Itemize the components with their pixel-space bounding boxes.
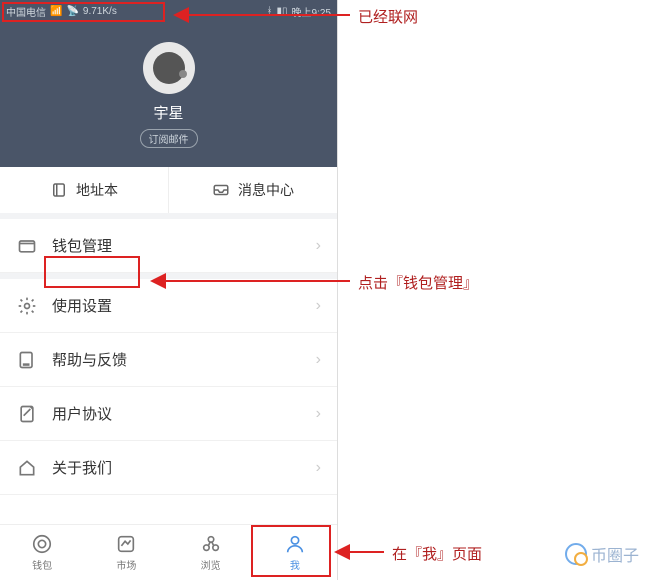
wallet-icon (16, 236, 38, 256)
browse-tab-icon (200, 533, 222, 555)
about-row[interactable]: 关于我们 › (0, 441, 337, 495)
tab-me[interactable]: 我 (253, 525, 337, 580)
person-tab-icon (284, 533, 306, 555)
tab-wallet[interactable]: 钱包 (0, 525, 84, 580)
net-speed: 9.71K/s (83, 6, 117, 17)
avatar-icon (153, 52, 185, 84)
message-center-button[interactable]: 消息中心 (168, 167, 337, 213)
profile-header: 宇星 订阅邮件 (0, 22, 337, 167)
carrier-label: 中国电信 (6, 4, 46, 19)
agreement-label: 用户协议 (52, 403, 112, 424)
wifi-icon: 📡 (66, 6, 78, 17)
chevron-right-icon: › (316, 297, 321, 315)
chevron-right-icon: › (316, 351, 321, 369)
message-center-label: 消息中心 (238, 180, 294, 200)
tab-wallet-label: 钱包 (32, 557, 52, 572)
watermark: 币圈子 (565, 542, 639, 566)
signal-icon: 📶 (50, 6, 62, 17)
tab-bar: 钱包 市场 浏览 我 (0, 524, 337, 580)
quick-actions-row: 地址本 消息中心 (0, 167, 337, 219)
chevron-right-icon: › (316, 237, 321, 255)
chevron-right-icon: › (316, 405, 321, 423)
annotation-me-page: 在『我』页面 (392, 543, 482, 564)
address-book-button[interactable]: 地址本 (0, 167, 168, 213)
watermark-text: 币圈子 (591, 542, 639, 566)
tab-market[interactable]: 市场 (84, 525, 168, 580)
annotation-click-wallet: 点击『钱包管理』 (358, 272, 478, 293)
market-tab-icon (115, 533, 137, 555)
bluetooth-icon: ᚼ (267, 6, 273, 17)
wallet-manage-label: 钱包管理 (52, 235, 112, 256)
settings-list: 钱包管理 › 使用设置 › 帮助与反馈 › 用户协议 › (0, 219, 337, 495)
annotation-connected: 已经联网 (358, 6, 418, 27)
avatar[interactable] (143, 42, 195, 94)
phone-screen: 中国电信 📶 📡 9.71K/s ᚼ ▮▯ 晚上9:25 宇星 订阅邮件 地址本… (0, 0, 338, 580)
tab-browse-label: 浏览 (201, 557, 221, 572)
home-icon (16, 458, 38, 478)
agreement-row[interactable]: 用户协议 › (0, 387, 337, 441)
tab-me-label: 我 (290, 557, 300, 572)
subscribe-button[interactable]: 订阅邮件 (140, 129, 198, 148)
clock: 晚上9:25 (292, 4, 331, 19)
chevron-right-icon: › (316, 459, 321, 477)
settings-label: 使用设置 (52, 295, 112, 316)
bookmark-icon (50, 181, 68, 199)
inbox-icon (212, 181, 230, 199)
status-bar: 中国电信 📶 📡 9.71K/s ᚼ ▮▯ 晚上9:25 (0, 0, 337, 22)
about-label: 关于我们 (52, 457, 112, 478)
battery-icon: ▮▯ (277, 6, 288, 17)
wallet-manage-row[interactable]: 钱包管理 › (0, 219, 337, 273)
username-label: 宇星 (153, 102, 183, 123)
help-icon (16, 350, 38, 370)
tab-browse[interactable]: 浏览 (169, 525, 253, 580)
wallet-tab-icon (31, 533, 53, 555)
settings-row[interactable]: 使用设置 › (0, 279, 337, 333)
address-book-label: 地址本 (76, 180, 118, 200)
tab-market-label: 市场 (116, 557, 136, 572)
watermark-icon (565, 543, 587, 565)
help-label: 帮助与反馈 (52, 349, 127, 370)
document-icon (16, 404, 38, 424)
help-row[interactable]: 帮助与反馈 › (0, 333, 337, 387)
gear-icon (16, 296, 38, 316)
